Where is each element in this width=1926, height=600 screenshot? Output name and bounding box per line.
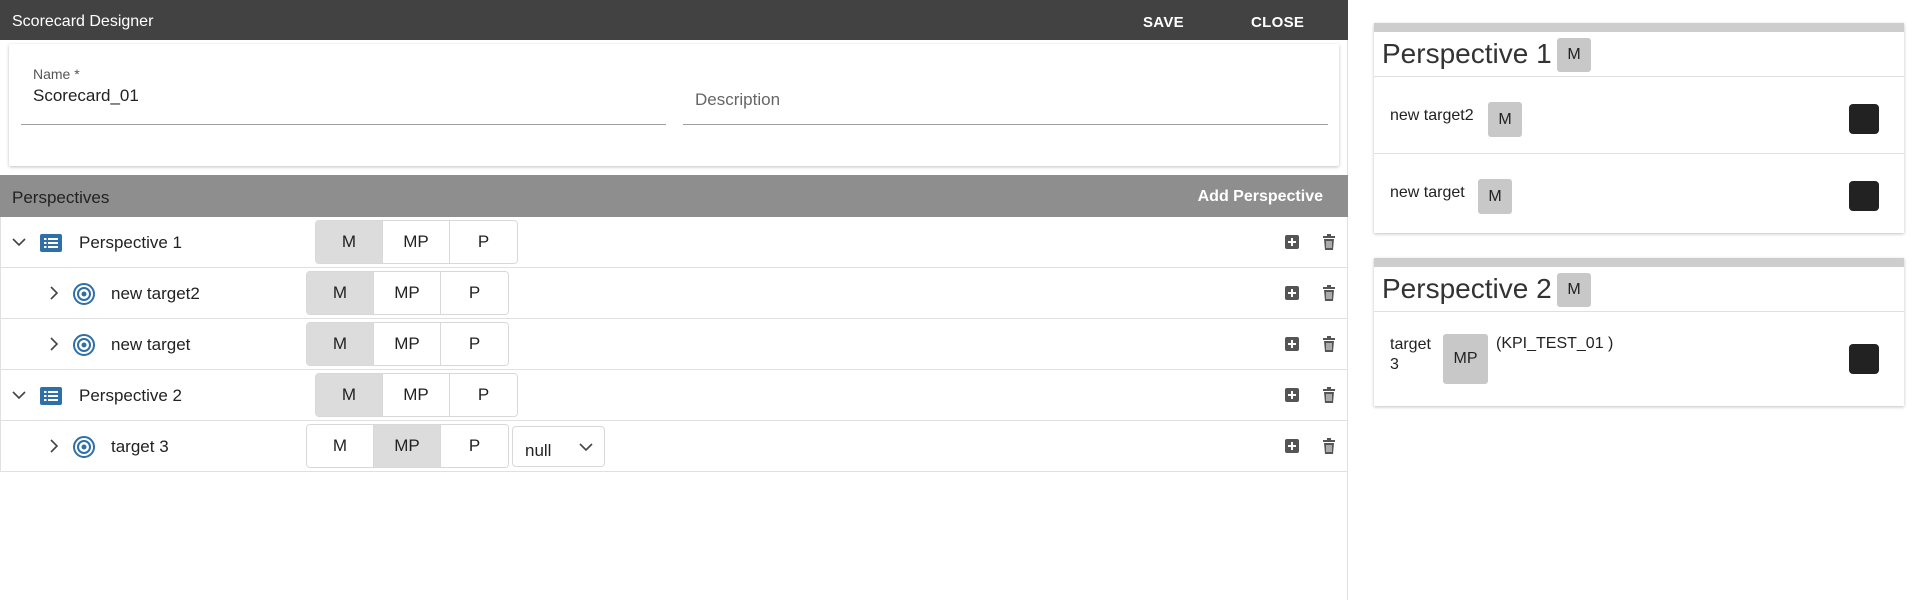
preview-target-row: new target M bbox=[1374, 154, 1904, 231]
option-p[interactable]: P bbox=[450, 374, 517, 416]
status-color-swatch[interactable] bbox=[1849, 104, 1879, 134]
option-p[interactable]: P bbox=[441, 425, 508, 467]
name-input[interactable]: Scorecard_01 bbox=[33, 86, 139, 106]
trash-icon[interactable] bbox=[1320, 335, 1338, 353]
option-p[interactable]: P bbox=[441, 272, 508, 314]
preview-type-badge: MP bbox=[1443, 334, 1488, 384]
target-icon bbox=[73, 283, 95, 305]
preview-target-name-line2: 3 bbox=[1390, 356, 1399, 373]
target-row: new target2 M MP P bbox=[0, 268, 1348, 319]
type-toggle: M MP P bbox=[306, 322, 509, 366]
option-m[interactable]: M bbox=[307, 323, 374, 365]
add-box-icon[interactable] bbox=[1283, 335, 1301, 353]
option-mp[interactable]: MP bbox=[374, 425, 441, 467]
target-label: new target2 bbox=[111, 284, 200, 303]
app-title: Scorecard Designer bbox=[12, 13, 154, 30]
kpi-select-value: null bbox=[525, 441, 552, 460]
chevron-right-icon[interactable] bbox=[46, 336, 62, 352]
preview-target-row: new target2 M bbox=[1374, 77, 1904, 154]
option-m[interactable]: M bbox=[316, 374, 383, 416]
perspective-row: Perspective 2 M MP P bbox=[0, 370, 1348, 421]
preview-card-header: Perspective 1 M bbox=[1374, 32, 1904, 77]
option-p[interactable]: P bbox=[441, 323, 508, 365]
trash-icon[interactable] bbox=[1320, 284, 1338, 302]
perspective-label: Perspective 1 bbox=[79, 233, 182, 252]
status-color-swatch[interactable] bbox=[1849, 181, 1879, 211]
scorecard-designer: Scorecard Designer SAVE CLOSE Name * Sco… bbox=[0, 0, 1348, 600]
option-mp[interactable]: MP bbox=[374, 323, 441, 365]
preview-kpi-label: (KPI_TEST_01 ) bbox=[1496, 335, 1614, 352]
trash-icon[interactable] bbox=[1320, 386, 1338, 404]
preview-target-name-line1: target bbox=[1390, 336, 1431, 353]
name-label: Name * bbox=[33, 66, 80, 82]
app-bar: Scorecard Designer SAVE CLOSE bbox=[0, 0, 1348, 40]
list-icon bbox=[40, 234, 62, 252]
target-icon bbox=[73, 436, 95, 458]
add-box-icon[interactable] bbox=[1283, 386, 1301, 404]
add-box-icon[interactable] bbox=[1283, 233, 1301, 251]
close-button[interactable]: CLOSE bbox=[1251, 14, 1304, 31]
preview-card-header: Perspective 2 M bbox=[1374, 267, 1904, 312]
description-field[interactable]: Description bbox=[683, 64, 1328, 125]
perspective-tree: Perspective 1 M MP P new target2 M MP P bbox=[0, 217, 1348, 472]
preview-target-name: target 3 bbox=[1390, 335, 1431, 375]
option-m[interactable]: M bbox=[316, 221, 383, 263]
preview-perspective-title: Perspective 1 bbox=[1382, 38, 1552, 69]
add-perspective-button[interactable]: Add Perspective bbox=[1198, 188, 1323, 206]
preview-perspective-title: Perspective 2 bbox=[1382, 273, 1552, 304]
trash-icon[interactable] bbox=[1320, 233, 1338, 251]
option-p[interactable]: P bbox=[450, 221, 517, 263]
perspectives-header: Perspectives Add Perspective bbox=[0, 175, 1348, 217]
scorecard-preview: Perspective 1 M new target2 M new target… bbox=[1349, 0, 1926, 600]
type-toggle: M MP P bbox=[306, 271, 509, 315]
preview-target-name: new target bbox=[1390, 184, 1465, 201]
type-toggle: M MP P bbox=[315, 373, 518, 417]
scorecard-form: Name * Scorecard_01 Description bbox=[9, 44, 1339, 166]
add-box-icon[interactable] bbox=[1283, 284, 1301, 302]
preview-type-badge: M bbox=[1557, 38, 1591, 72]
chevron-right-icon[interactable] bbox=[46, 438, 62, 454]
target-label: target 3 bbox=[111, 437, 169, 456]
save-button[interactable]: SAVE bbox=[1143, 14, 1184, 31]
option-m[interactable]: M bbox=[307, 272, 374, 314]
target-icon bbox=[73, 334, 95, 356]
chevron-right-icon[interactable] bbox=[46, 285, 62, 301]
trash-icon[interactable] bbox=[1320, 437, 1338, 455]
option-mp[interactable]: MP bbox=[383, 374, 450, 416]
preview-card-perspective: Perspective 2 M target 3 MP (KPI_TEST_01 … bbox=[1374, 258, 1904, 406]
list-icon bbox=[40, 387, 62, 405]
target-row: target 3 M MP P null bbox=[0, 421, 1348, 472]
chevron-down-icon[interactable] bbox=[11, 387, 27, 403]
option-mp[interactable]: MP bbox=[383, 221, 450, 263]
target-row: new target M MP P bbox=[0, 319, 1348, 370]
preview-type-badge: M bbox=[1557, 273, 1591, 307]
option-mp[interactable]: MP bbox=[374, 272, 441, 314]
perspective-label: Perspective 2 bbox=[79, 386, 182, 405]
type-toggle: M MP P bbox=[306, 424, 509, 468]
preview-target-row: target 3 MP (KPI_TEST_01 ) bbox=[1374, 312, 1904, 405]
preview-card-perspective: Perspective 1 M new target2 M new target… bbox=[1374, 23, 1904, 233]
perspective-row: Perspective 1 M MP P bbox=[0, 217, 1348, 268]
kpi-select[interactable]: null bbox=[512, 426, 605, 467]
preview-target-name: new target2 bbox=[1390, 107, 1474, 124]
name-field[interactable]: Name * Scorecard_01 bbox=[21, 64, 666, 125]
add-box-icon[interactable] bbox=[1283, 437, 1301, 455]
status-color-swatch[interactable] bbox=[1849, 344, 1879, 374]
preview-type-badge: M bbox=[1478, 179, 1512, 214]
option-m[interactable]: M bbox=[307, 425, 374, 467]
perspectives-title: Perspectives bbox=[12, 188, 110, 207]
type-toggle: M MP P bbox=[315, 220, 518, 264]
chevron-down-icon[interactable] bbox=[11, 234, 27, 250]
target-label: new target bbox=[111, 335, 191, 354]
preview-type-badge: M bbox=[1488, 102, 1522, 137]
description-input[interactable]: Description bbox=[695, 90, 780, 110]
chevron-down-icon bbox=[579, 443, 593, 452]
